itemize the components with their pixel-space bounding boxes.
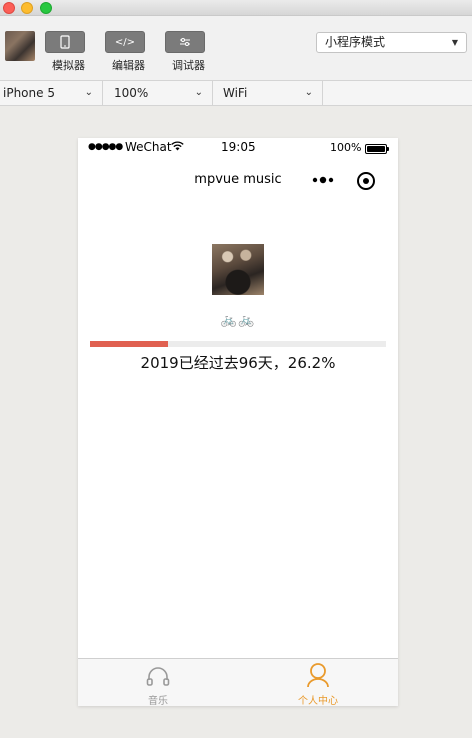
toolbar: 模拟器 </> 编辑器 调试器 小程序模式 ▼ [0,16,472,81]
phone-simulator: ●●●●● WeChat 19:05 100% mpvue music 🚲🚲 2… [78,138,398,707]
page-title: mpvue music [194,172,282,187]
sliders-icon [165,31,205,53]
simulator-label: 模拟器 [52,59,85,72]
headphones-icon [146,667,170,686]
network-select[interactable]: WiFi ⌄ [213,81,323,105]
more-icon[interactable] [312,175,334,185]
window-titlebar [0,0,472,16]
debugger-button[interactable]: 调试器 [165,31,205,73]
chevron-down-icon: ⌄ [84,87,93,98]
close-window-button[interactable] [3,2,15,14]
tab-bar: 音乐 个人中心 [78,658,398,707]
person-icon [307,663,329,688]
status-bar: ●●●●● WeChat 19:05 100% [78,138,398,158]
simulator-button[interactable]: 模拟器 [45,31,85,73]
battery-percent: 100% [330,141,362,154]
year-progress-bar [90,341,386,347]
bicycle-emoji: 🚲🚲 [220,313,256,328]
signal-icon: ●●●●● [88,142,123,152]
wifi-icon [171,141,184,151]
code-icon: </> [105,31,145,53]
tab-music[interactable]: 音乐 [78,659,238,707]
carrier-label: WeChat [125,140,172,154]
device-bar: iPhone 5 ⌄ 100% ⌄ WiFi ⌄ [0,81,472,106]
editor-label: 编辑器 [112,59,145,72]
zoom-select[interactable]: 100% ⌄ [103,81,213,105]
chevron-down-icon: ⌄ [194,87,203,98]
mode-select[interactable]: 小程序模式 ▼ [316,32,467,53]
phone-icon [45,31,85,53]
minimize-window-button[interactable] [21,2,33,14]
tab-profile-label: 个人中心 [298,696,338,707]
debugger-label: 调试器 [172,59,205,72]
chevron-down-icon: ⌄ [304,87,313,98]
exit-miniprogram-icon[interactable] [357,172,375,190]
dropdown-caret-icon: ▼ [451,38,458,47]
tab-profile[interactable]: 个人中心 [238,659,398,707]
editor-button[interactable]: </> 编辑器 [105,31,145,73]
nav-bar: mpvue music [78,158,398,202]
maximize-window-button[interactable] [40,2,52,14]
clock: 19:05 [221,140,256,154]
user-avatar-image [212,244,264,295]
battery-icon [365,144,389,154]
year-progress-text: 2019已经过去96天，26.2% [140,354,336,372]
device-select[interactable]: iPhone 5 ⌄ [0,81,103,105]
tab-music-label: 音乐 [148,696,168,707]
year-progress-fill [90,341,168,347]
user-avatar[interactable] [5,31,35,61]
